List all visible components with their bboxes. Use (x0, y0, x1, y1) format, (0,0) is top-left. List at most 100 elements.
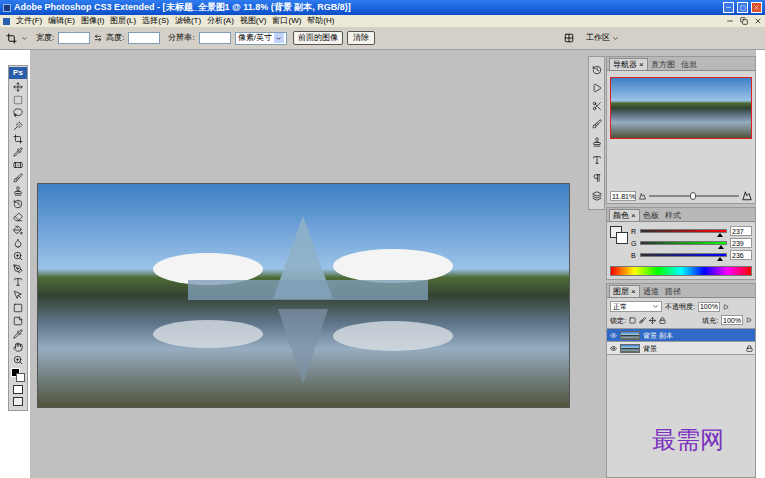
layer-thumbnail (620, 331, 640, 340)
layer-name: 背景 (643, 345, 743, 352)
zoom-field[interactable]: 11.81% (610, 191, 636, 201)
opacity-field[interactable]: 100% (698, 302, 720, 312)
color-spectrum[interactable] (610, 266, 752, 276)
tool-icon[interactable] (13, 147, 23, 157)
unit-select[interactable]: 像素/英寸 (235, 32, 287, 45)
menu-item[interactable]: 选择(S) (142, 17, 169, 25)
tool-icon[interactable] (13, 199, 23, 209)
dock-panel-icon[interactable] (592, 191, 602, 201)
fill-arrow-icon[interactable] (746, 317, 752, 323)
tool-icon[interactable] (13, 303, 23, 313)
tool-icon[interactable] (13, 251, 23, 261)
tool-icon[interactable] (13, 355, 23, 365)
menu-item[interactable]: 滤镜(T) (175, 17, 201, 25)
tab-close[interactable]: × (631, 288, 636, 296)
fg-bg-swatch[interactable] (610, 226, 628, 244)
color-tabs: 颜色×色板样式 (607, 208, 755, 222)
menu-item[interactable]: 图像(I) (81, 17, 105, 25)
zoom-out-icon[interactable] (639, 193, 646, 200)
zoom-in-icon[interactable] (742, 191, 752, 201)
front-image-button[interactable]: 前面的图像 (293, 31, 343, 45)
minimize-icon[interactable] (723, 2, 734, 13)
tool-icon[interactable] (13, 173, 23, 183)
tab-close[interactable]: × (631, 212, 636, 220)
layer-row[interactable]: 背景 副本 (607, 329, 755, 342)
lock-transparency-icon[interactable] (629, 317, 636, 324)
panel-tab[interactable]: 直方图 (648, 59, 678, 70)
tool-icon[interactable] (13, 329, 23, 339)
panel-tab[interactable]: 样式 (662, 210, 684, 221)
layer-row[interactable]: 背景 (607, 342, 755, 355)
close-icon[interactable] (751, 2, 762, 13)
menu-item[interactable]: 分析(A) (207, 17, 234, 25)
tool-icon[interactable] (13, 121, 23, 131)
tool-icon[interactable] (13, 82, 23, 92)
channel-slider[interactable] (640, 229, 727, 233)
lock-position-icon[interactable] (649, 317, 656, 324)
channel-value[interactable]: 236 (730, 250, 752, 260)
opacity-arrow-icon[interactable] (723, 304, 729, 310)
panel-tab[interactable]: 色板 (640, 210, 662, 221)
crop-tool-icon[interactable] (6, 33, 17, 44)
resolution-field[interactable] (199, 32, 231, 44)
dock-panel-icon[interactable] (592, 137, 602, 147)
panel-tab[interactable]: 路径 (662, 286, 684, 297)
dock-panel-icon[interactable] (592, 83, 602, 93)
channel-value[interactable]: 237 (730, 226, 752, 236)
clear-button[interactable]: 清除 (347, 31, 375, 45)
visibility-eye-icon[interactable] (610, 332, 617, 339)
tool-icon[interactable] (13, 316, 23, 326)
menu-item[interactable]: 编辑(E) (48, 17, 75, 25)
doc-minimize-icon[interactable] (726, 17, 734, 25)
tool-icon[interactable] (13, 95, 23, 105)
tool-icon[interactable] (13, 212, 23, 222)
panel-tab[interactable]: 信息 (678, 59, 700, 70)
dock-panel-icon[interactable] (592, 155, 602, 165)
panel-tab[interactable]: 通道 (640, 286, 662, 297)
menu-item[interactable]: 帮助(H) (307, 17, 334, 25)
zoom-slider[interactable] (649, 195, 739, 197)
blend-mode-select[interactable]: 正常 (610, 301, 662, 312)
fill-field[interactable]: 100% (721, 315, 743, 325)
width-field[interactable] (58, 32, 90, 44)
tool-icon[interactable] (13, 290, 23, 300)
lock-pixels-icon[interactable] (639, 317, 646, 324)
menu-item[interactable]: 视图(V) (240, 17, 267, 25)
bridge-icon[interactable] (564, 33, 574, 43)
channel-slider[interactable] (640, 253, 727, 257)
workspace-menu[interactable]: 工作区 (586, 34, 619, 42)
dock-panel-icon[interactable] (592, 101, 602, 111)
maximize-icon[interactable] (737, 2, 748, 13)
channel-value[interactable]: 239 (730, 238, 752, 248)
tool-icon[interactable] (13, 134, 23, 144)
panel-tab[interactable]: 图层× (609, 285, 640, 297)
panel-tab[interactable]: 颜色× (609, 209, 640, 221)
menu-item[interactable]: 文件(F) (16, 17, 42, 25)
tool-icon[interactable] (13, 238, 23, 248)
doc-close-icon[interactable] (754, 17, 762, 25)
color-swatches[interactable] (11, 368, 25, 382)
tool-icon[interactable] (13, 277, 23, 287)
tool-icon[interactable] (13, 108, 23, 118)
dock-panel-icon[interactable] (592, 119, 602, 129)
doc-restore-icon[interactable] (740, 17, 748, 25)
tool-icon[interactable] (13, 160, 23, 170)
height-field[interactable] (128, 32, 160, 44)
visibility-eye-icon[interactable] (610, 345, 617, 352)
screen-mode-icon[interactable] (13, 397, 23, 406)
channel-slider[interactable] (640, 241, 727, 245)
preset-arrow-icon[interactable] (21, 35, 28, 42)
tool-icon[interactable] (13, 342, 23, 352)
tool-icon[interactable] (13, 225, 23, 235)
menu-item[interactable]: 窗口(W) (272, 17, 301, 25)
tool-icon[interactable] (13, 264, 23, 274)
panel-tab[interactable]: 导航器× (609, 58, 648, 70)
swap-icon[interactable] (94, 34, 102, 42)
dock-panel-icon[interactable] (592, 65, 602, 75)
quick-mask-icon[interactable] (13, 385, 23, 394)
lock-all-icon[interactable] (659, 317, 666, 324)
menu-item[interactable]: 图层(L) (110, 17, 136, 25)
tab-close[interactable]: × (639, 61, 644, 69)
tool-icon[interactable] (13, 186, 23, 196)
dock-panel-icon[interactable] (592, 173, 602, 183)
